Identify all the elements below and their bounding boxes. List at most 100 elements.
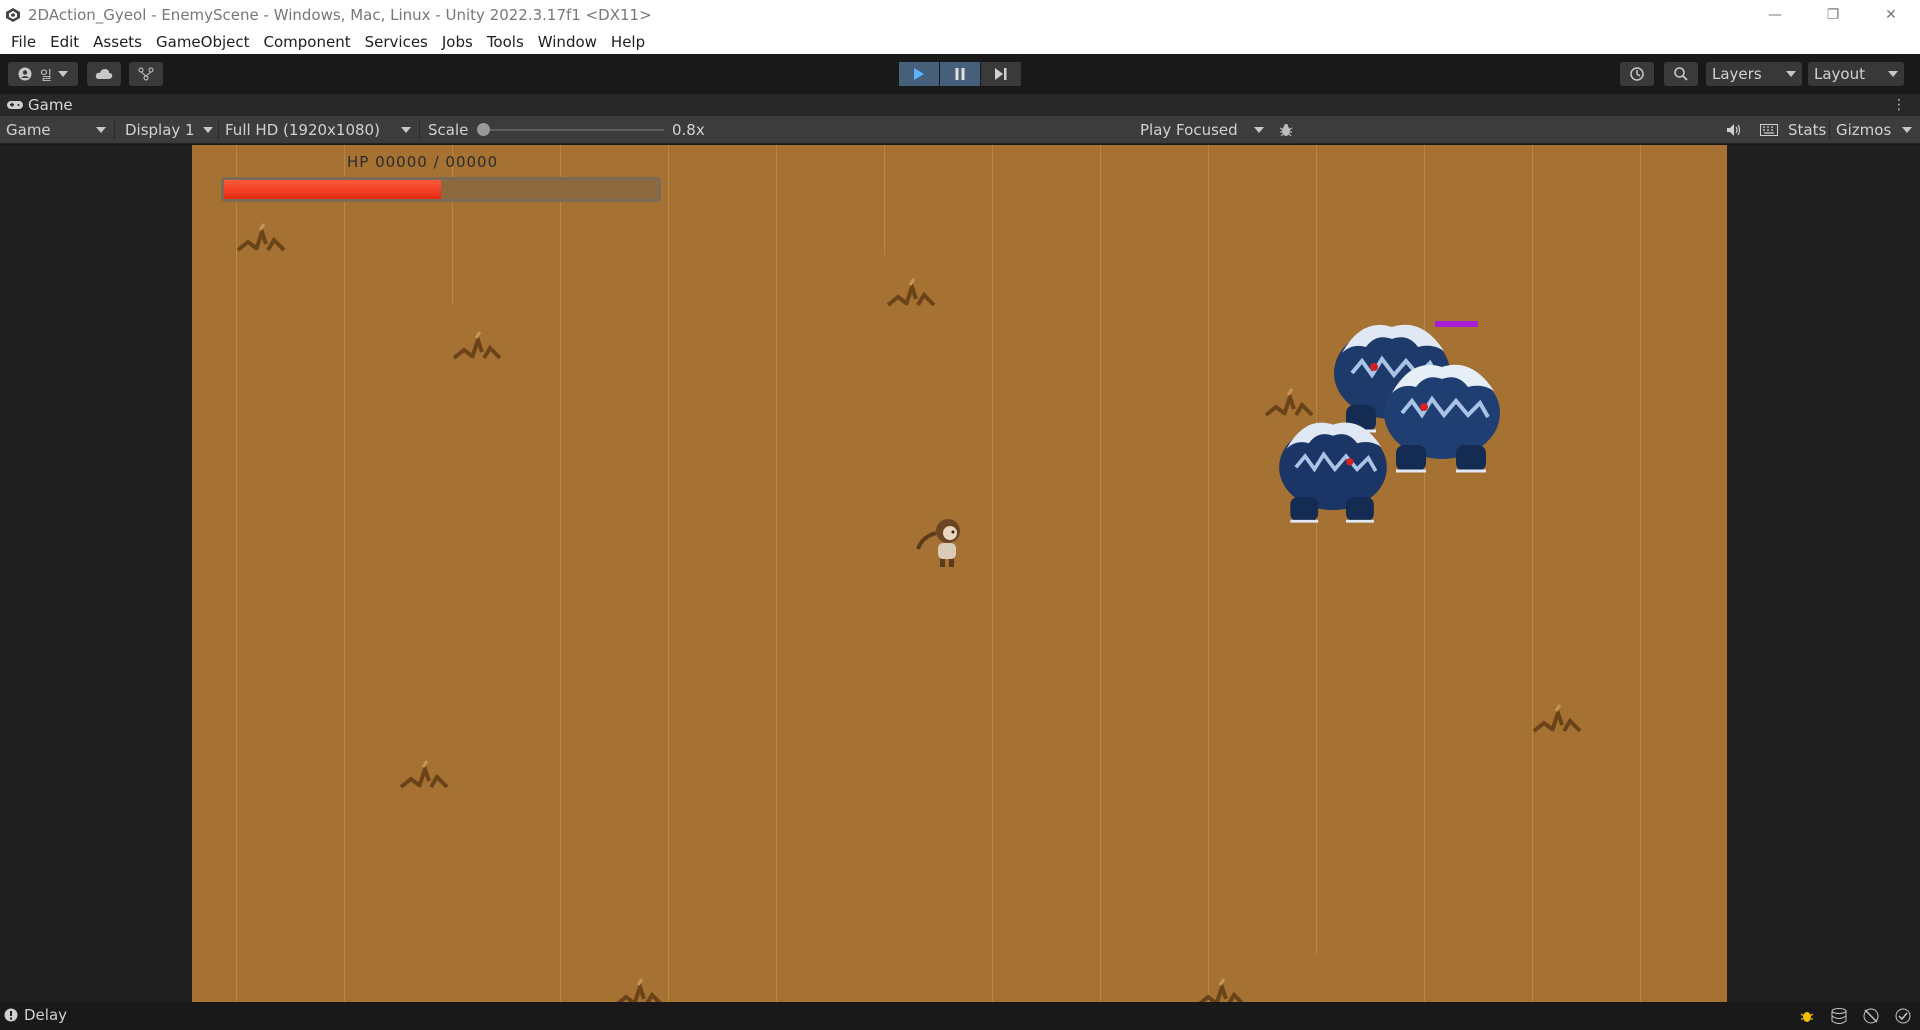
pause-button[interactable] xyxy=(940,62,980,86)
speaker-icon xyxy=(1727,124,1741,136)
ground-stripe xyxy=(1532,145,1533,1002)
play-icon xyxy=(914,68,924,80)
ground-stripe xyxy=(1424,145,1425,1002)
account-label: 일 xyxy=(40,68,52,84)
menu-help[interactable]: Help xyxy=(604,30,652,54)
ground-stripe xyxy=(236,145,237,1002)
pause-icon xyxy=(955,68,965,80)
scale-label: Scale xyxy=(428,121,469,139)
scale-slider-track[interactable] xyxy=(484,129,664,131)
window-title-bar: 2DAction_Gyeol - EnemyScene - Windows, M… xyxy=(0,0,1920,30)
step-button[interactable] xyxy=(981,62,1021,86)
unity-logo-icon xyxy=(4,6,22,24)
branch-icon xyxy=(138,67,154,81)
chevron-down-icon xyxy=(57,71,68,77)
divider xyxy=(114,120,115,140)
keyboard-icon xyxy=(1760,124,1778,136)
cloud-button[interactable] xyxy=(87,62,121,86)
gizmos-toggle[interactable]: Gizmos xyxy=(1836,116,1891,144)
search-icon xyxy=(1674,67,1688,81)
main-toolbar: 일 Layers Layout xyxy=(0,54,1920,94)
ground-stripe xyxy=(344,145,345,1002)
ground-stripe xyxy=(1100,145,1101,1002)
tab-game[interactable]: Game xyxy=(6,94,73,116)
player-character xyxy=(916,519,960,567)
ground-stripe xyxy=(776,145,777,1002)
chevron-down-icon xyxy=(1254,127,1264,133)
menu-file[interactable]: File xyxy=(4,30,43,54)
game-tab-bar: Game ⋮ xyxy=(0,94,1920,116)
ground-stripe xyxy=(1640,145,1641,1002)
restore-button[interactable]: ❐ xyxy=(1804,0,1862,30)
play-focus-dropdown[interactable]: Play Focused xyxy=(1134,118,1270,142)
step-icon xyxy=(995,68,1007,80)
play-controls xyxy=(899,62,1021,86)
grass-tuft xyxy=(452,331,502,360)
menu-bar: File Edit Assets GameObject Component Se… xyxy=(0,30,1920,54)
minimize-button[interactable]: — xyxy=(1746,0,1804,30)
player-hp-fill xyxy=(224,180,441,199)
layers-dropdown[interactable]: Layers xyxy=(1706,62,1802,86)
play-button[interactable] xyxy=(899,62,939,86)
bug-report-icon[interactable] xyxy=(1798,1007,1816,1025)
game-view-toolbar: Game Display 1 Full HD (1920x1080) Scale… xyxy=(0,116,1920,144)
collab-button[interactable] xyxy=(129,62,163,86)
menu-assets[interactable]: Assets xyxy=(86,30,149,54)
ground-stripe xyxy=(560,145,561,1002)
grass-tuft xyxy=(886,278,936,307)
info-icon xyxy=(4,1008,18,1022)
menu-services[interactable]: Services xyxy=(358,30,435,54)
shortcuts-button[interactable] xyxy=(1754,118,1784,142)
more-options-icon[interactable]: ⋮ xyxy=(1892,97,1906,113)
menu-jobs[interactable]: Jobs xyxy=(435,30,480,54)
menu-window[interactable]: Window xyxy=(531,30,604,54)
chevron-down-icon xyxy=(203,127,213,133)
ground-stripe xyxy=(1316,145,1317,955)
display-label: Display 1 xyxy=(125,121,195,139)
play-focus-label: Play Focused xyxy=(1140,121,1238,139)
grass-tuft xyxy=(1532,704,1582,733)
ground-stripe xyxy=(668,145,669,1002)
view-mode-dropdown[interactable]: Game xyxy=(0,118,112,142)
bug-icon xyxy=(1279,124,1293,137)
display-dropdown[interactable]: Display 1 xyxy=(119,118,219,142)
gamepad-icon xyxy=(7,101,23,109)
status-bar: Delay xyxy=(0,1002,1920,1030)
gizmos-dropdown-icon[interactable] xyxy=(1902,127,1912,133)
stats-toggle[interactable]: Stats xyxy=(1788,116,1826,144)
search-button[interactable] xyxy=(1664,62,1698,86)
ground-stripe xyxy=(1208,145,1209,1002)
chevron-down-icon xyxy=(96,127,106,133)
history-button[interactable] xyxy=(1620,62,1654,86)
menu-tools[interactable]: Tools xyxy=(480,30,531,54)
close-button[interactable]: ✕ xyxy=(1862,0,1920,30)
menu-edit[interactable]: Edit xyxy=(43,30,86,54)
grass-tuft xyxy=(1198,978,1244,1002)
network-off-icon[interactable] xyxy=(1862,1007,1880,1025)
mute-audio-button[interactable] xyxy=(1720,118,1750,142)
scale-slider-handle[interactable] xyxy=(477,123,490,136)
scale-value: 0.8x xyxy=(672,121,705,139)
divider xyxy=(1829,120,1830,140)
game-viewport[interactable]: HP 00000 / 00000 xyxy=(192,145,1727,1002)
ground-stripe xyxy=(884,145,885,255)
frame-debugger-button[interactable] xyxy=(1272,118,1302,142)
check-icon[interactable] xyxy=(1894,1007,1912,1025)
account-button[interactable]: 일 xyxy=(8,62,78,86)
grass-tuft xyxy=(236,223,286,252)
chevron-down-icon xyxy=(401,127,411,133)
status-message: Delay xyxy=(24,1006,68,1024)
layout-dropdown[interactable]: Layout xyxy=(1808,62,1904,86)
menu-component[interactable]: Component xyxy=(257,30,358,54)
resolution-dropdown[interactable]: Full HD (1920x1080) xyxy=(219,118,417,142)
cloud-icon xyxy=(95,69,113,79)
account-icon xyxy=(18,67,32,81)
resolution-label: Full HD (1920x1080) xyxy=(225,121,380,139)
player-hp-text: HP 00000 / 00000 xyxy=(347,153,499,171)
history-icon xyxy=(1630,67,1644,81)
menu-gameobject[interactable]: GameObject xyxy=(149,30,257,54)
cache-server-icon[interactable] xyxy=(1830,1007,1848,1025)
layers-label: Layers xyxy=(1712,65,1762,83)
chevron-down-icon xyxy=(1888,71,1898,77)
ground-stripe xyxy=(992,145,993,1002)
